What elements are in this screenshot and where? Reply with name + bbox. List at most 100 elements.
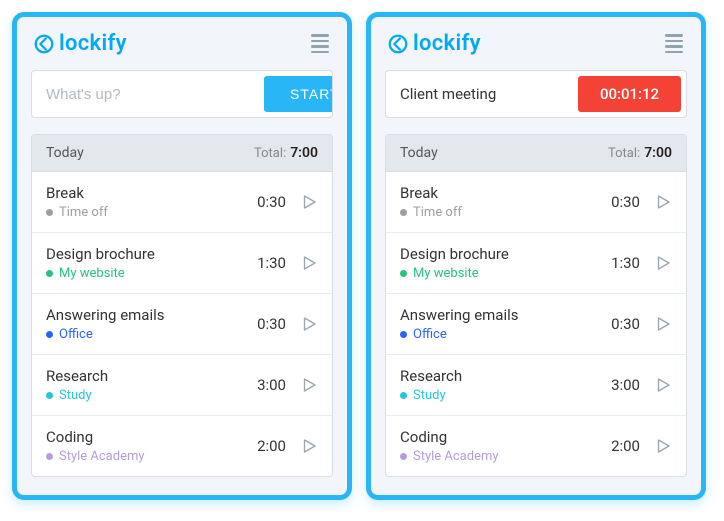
- list-item[interactable]: Break Time off 0:30: [386, 172, 686, 233]
- play-icon[interactable]: [300, 254, 318, 272]
- play-icon[interactable]: [300, 437, 318, 455]
- entry-project: My website: [400, 266, 611, 281]
- entry-duration: 0:30: [611, 315, 640, 333]
- list-header: Today Total: 7:00: [32, 135, 332, 172]
- project-dot-icon: [400, 453, 407, 460]
- entry-duration: 0:30: [257, 315, 286, 333]
- logo: lockify: [33, 31, 127, 56]
- timer-badge[interactable]: 00:01:12: [578, 76, 681, 112]
- project-dot-icon: [400, 209, 407, 216]
- logo-text: lockify: [59, 31, 127, 56]
- entry-title: Break: [400, 184, 611, 202]
- list-item[interactable]: Coding Style Academy2:00: [386, 416, 686, 476]
- header: lockify: [31, 31, 333, 56]
- project-name: Study: [59, 388, 92, 403]
- entry-title: Coding: [400, 428, 611, 446]
- entry-project: Time off: [400, 205, 611, 220]
- project-dot-icon: [46, 392, 53, 399]
- entry-info: Coding Style Academy: [46, 428, 257, 464]
- entries-list: Today Total: 7:00 Break Time off 0:30 Design…: [31, 134, 333, 477]
- list-item[interactable]: Coding Style Academy 2:00: [32, 416, 332, 476]
- entry-project: Study: [46, 388, 257, 403]
- list-item[interactable]: Answering emailsOffice0:30: [32, 294, 332, 355]
- project-name: Time off: [413, 205, 462, 220]
- list-item[interactable]: Design brochureMy website1:30: [386, 233, 686, 294]
- entry-title: Research: [46, 367, 257, 385]
- entry-title: Break: [46, 184, 257, 202]
- project-name: Style Academy: [59, 449, 145, 464]
- menu-icon[interactable]: [663, 32, 685, 55]
- list-item[interactable]: Break Time off 0:30: [32, 172, 332, 233]
- project-dot-icon: [46, 331, 53, 338]
- clockify-logo-icon: [33, 33, 55, 55]
- entry-duration: 0:30: [611, 193, 640, 211]
- entry-info: Break Time off: [46, 184, 257, 220]
- entry-project: Time off: [46, 205, 257, 220]
- entry-title: Answering emails: [46, 306, 257, 324]
- play-icon[interactable]: [654, 193, 672, 211]
- list-header-label: Today: [400, 145, 438, 161]
- list-item[interactable]: ResearchStudy3:00: [32, 355, 332, 416]
- input-row: START: [31, 70, 333, 118]
- entry-duration: 0:30: [257, 193, 286, 211]
- entry-title: Design brochure: [46, 245, 257, 263]
- clockify-logo-icon: [387, 33, 409, 55]
- entry-info: Design brochure My website: [400, 245, 611, 281]
- total-label: Total:: [608, 146, 640, 161]
- panel-running: lockify Client meeting 00:01:12 Today To…: [366, 12, 706, 500]
- entry-info: Break Time off: [400, 184, 611, 220]
- entry-info: Answering emails Office: [400, 306, 611, 342]
- project-name: Office: [413, 327, 447, 342]
- entry-project: Study: [400, 388, 611, 403]
- entry-title: Coding: [46, 428, 257, 446]
- entry-info: ResearchStudy: [400, 367, 611, 403]
- running-row: Client meeting 00:01:12: [385, 70, 687, 118]
- entries-list: Today Total: 7:00 Break Time off 0:30 Design…: [385, 134, 687, 477]
- list-item[interactable]: Design brochure My website 1:30: [32, 233, 332, 294]
- project-name: My website: [59, 266, 125, 281]
- logo-text: lockify: [413, 31, 481, 56]
- entry-title: Design brochure: [400, 245, 611, 263]
- play-icon[interactable]: [300, 376, 318, 394]
- entry-duration: 2:00: [611, 437, 640, 455]
- project-name: Study: [413, 388, 446, 403]
- header: lockify: [385, 31, 687, 56]
- entry-duration: 3:00: [611, 376, 640, 394]
- project-dot-icon: [46, 270, 53, 277]
- project-dot-icon: [400, 270, 407, 277]
- play-icon[interactable]: [654, 315, 672, 333]
- list-item[interactable]: Answering emails Office 0:30: [386, 294, 686, 355]
- panel-idle: lockify START Today Total: 7:00 Break Time…: [12, 12, 352, 500]
- project-dot-icon: [46, 453, 53, 460]
- list-header: Today Total: 7:00: [386, 135, 686, 172]
- entry-project: Office: [400, 327, 611, 342]
- project-dot-icon: [46, 209, 53, 216]
- entry-info: Design brochure My website: [46, 245, 257, 281]
- task-input[interactable]: [32, 71, 259, 117]
- total-value: 7:00: [290, 145, 318, 161]
- entry-info: Research Study: [46, 367, 257, 403]
- start-button[interactable]: START: [264, 76, 333, 112]
- entry-duration: 2:00: [257, 437, 286, 455]
- list-item[interactable]: ResearchStudy3:00: [386, 355, 686, 416]
- entry-duration: 1:30: [257, 254, 286, 272]
- list-header-label: Today: [46, 145, 84, 161]
- entry-project: Style Academy: [46, 449, 257, 464]
- running-task-label[interactable]: Client meeting: [386, 71, 573, 117]
- project-dot-icon: [400, 392, 407, 399]
- project-dot-icon: [400, 331, 407, 338]
- entry-info: Coding Style Academy: [400, 428, 611, 464]
- entry-project: My website: [46, 266, 257, 281]
- entry-title: Answering emails: [400, 306, 611, 324]
- total-value: 7:00: [644, 145, 672, 161]
- play-icon[interactable]: [654, 376, 672, 394]
- project-name: Time off: [59, 205, 108, 220]
- list-total: Total: 7:00: [254, 145, 318, 161]
- menu-icon[interactable]: [309, 32, 331, 55]
- play-icon[interactable]: [654, 437, 672, 455]
- total-label: Total:: [254, 146, 286, 161]
- play-icon[interactable]: [300, 193, 318, 211]
- play-icon[interactable]: [654, 254, 672, 272]
- entry-project: Style Academy: [400, 449, 611, 464]
- play-icon[interactable]: [300, 315, 318, 333]
